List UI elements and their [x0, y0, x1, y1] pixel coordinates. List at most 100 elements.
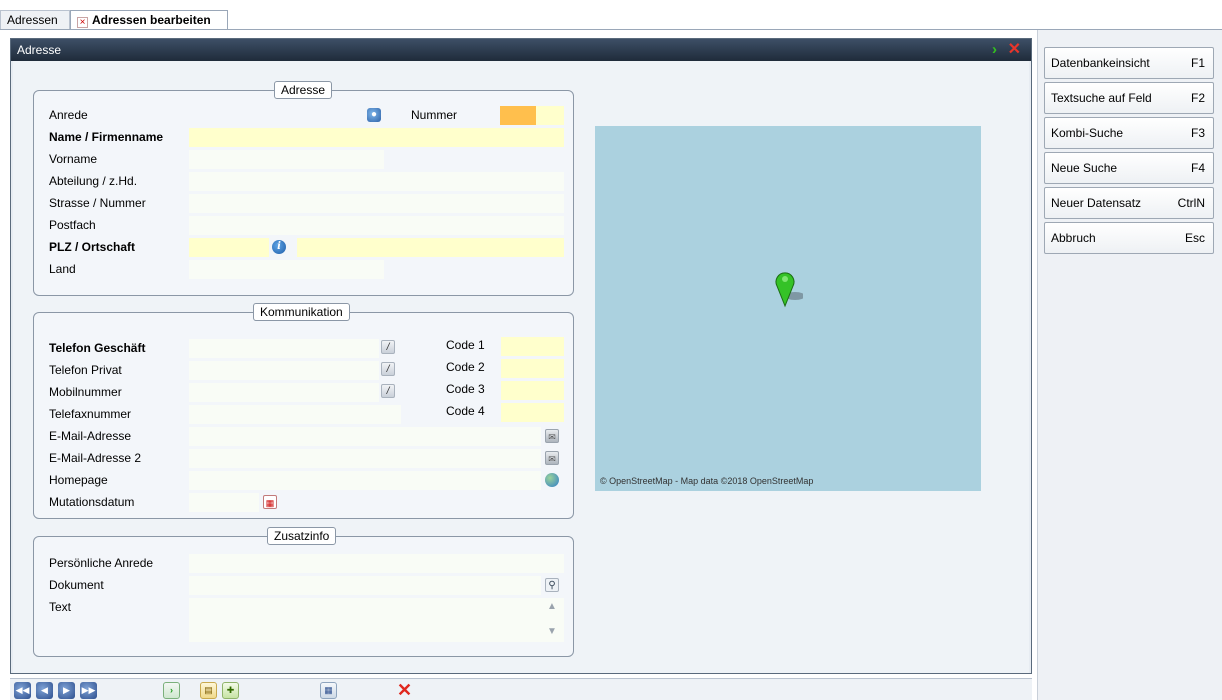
previous-record-icon[interactable]: ◀	[36, 682, 53, 699]
cancel-icon[interactable]: ✕	[396, 681, 413, 699]
document-tabs: Adressen × Adressen bearbeiten	[0, 0, 1222, 30]
strasse-field[interactable]	[189, 194, 564, 213]
abbruch-shortcut: Esc	[1184, 231, 1205, 245]
homepage-field[interactable]	[189, 471, 541, 490]
code2-field[interactable]	[501, 359, 564, 378]
code3-field[interactable]	[501, 381, 564, 400]
label-vorname: Vorname	[49, 152, 98, 166]
abbruch-button[interactable]: Abbruch Esc	[1044, 222, 1214, 254]
first-record-icon[interactable]: ◀◀	[14, 682, 31, 699]
neue-suche-shortcut: F4	[1190, 161, 1205, 175]
ortschaft-field[interactable]	[297, 238, 564, 257]
window-content: Adresse Anrede ● Nummer Name / Firmennam…	[13, 61, 1029, 673]
label-code2: Code 2	[446, 360, 485, 374]
label-mutation: Mutationsdatum	[49, 495, 135, 509]
anrede-lookup-icon[interactable]: ●	[367, 108, 381, 122]
label-postfach: Postfach	[49, 218, 96, 232]
location-pin-icon	[775, 272, 803, 308]
go-icon[interactable]: ›	[163, 682, 180, 699]
label-telefon-geschaeft: Telefon Geschäft	[49, 341, 146, 355]
window-titlebar: Adresse › ✕	[11, 39, 1031, 61]
email2-send-icon[interactable]: ✉	[545, 451, 559, 465]
last-record-icon[interactable]: ▶▶	[80, 682, 97, 699]
textsuche-button[interactable]: Textsuche auf Feld F2	[1044, 82, 1214, 114]
grid-icon[interactable]: ▦	[320, 682, 337, 699]
label-strasse: Strasse / Nummer	[49, 196, 146, 210]
email-field[interactable]	[189, 427, 541, 446]
tab-close-icon[interactable]: ×	[77, 17, 88, 28]
label-homepage: Homepage	[49, 473, 108, 487]
textsuche-shortcut: F2	[1190, 91, 1205, 105]
label-code3: Code 3	[446, 382, 485, 396]
neue-suche-button[interactable]: Neue Suche F4	[1044, 152, 1214, 184]
datenbankeinsicht-shortcut: F1	[1190, 56, 1205, 70]
label-land: Land	[49, 262, 76, 276]
dokument-search-icon[interactable]: ⚲	[545, 578, 559, 592]
text-scroll-down-icon[interactable]: ▼	[547, 626, 557, 637]
text-scroll-up-icon[interactable]: ▲	[547, 601, 557, 612]
tab-adressen-label: Adressen	[7, 13, 58, 27]
label-nummer: Nummer	[411, 108, 458, 122]
window-go-icon[interactable]: ›	[992, 39, 997, 61]
window-title: Adresse	[17, 43, 62, 57]
mobil-field[interactable]	[189, 383, 379, 402]
text-area[interactable]	[189, 598, 564, 642]
tab-adressen-bearbeiten[interactable]: × Adressen bearbeiten	[70, 10, 228, 30]
new-document-icon[interactable]: ✚	[222, 682, 239, 699]
name-field[interactable]	[189, 128, 564, 147]
label-telefon-privat: Telefon Privat	[49, 363, 122, 377]
email-send-icon[interactable]: ✉	[545, 429, 559, 443]
abteilung-field[interactable]	[189, 172, 564, 191]
label-plz: PLZ / Ortschaft	[49, 240, 136, 254]
side-panel: Datenbankeinsicht F1 Textsuche auf Feld …	[1037, 30, 1222, 700]
document-icon[interactable]: ▤	[200, 682, 217, 699]
map-view[interactable]: © OpenStreetMap - Map data ©2018 OpenStr…	[595, 126, 981, 491]
tab-adressen-bearbeiten-label: Adressen bearbeiten	[92, 13, 211, 27]
fax-field[interactable]	[189, 405, 401, 424]
homepage-globe-icon[interactable]	[545, 473, 559, 487]
label-name: Name / Firmenname	[49, 130, 164, 144]
telefon-geschaeft-field[interactable]	[189, 339, 379, 358]
code1-field[interactable]	[501, 337, 564, 356]
postfach-field[interactable]	[189, 216, 564, 235]
datenbankeinsicht-button[interactable]: Datenbankeinsicht F1	[1044, 47, 1214, 79]
telefon-privat-dial-icon[interactable]: /	[381, 362, 395, 376]
plz-field[interactable]	[189, 238, 269, 257]
telefon-geschaeft-dial-icon[interactable]: /	[381, 340, 395, 354]
tab-adressen[interactable]: Adressen	[0, 10, 70, 30]
plz-info-icon[interactable]: i	[272, 240, 286, 254]
vorname-field[interactable]	[189, 150, 384, 169]
email2-field[interactable]	[189, 449, 541, 468]
next-record-icon[interactable]: ▶	[58, 682, 75, 699]
mutation-calendar-icon[interactable]: ▦	[263, 495, 277, 509]
neuer-datensatz-label: Neuer Datensatz	[1051, 196, 1142, 210]
code4-field[interactable]	[501, 403, 564, 422]
telefon-privat-field[interactable]	[189, 361, 379, 380]
label-code1: Code 1	[446, 338, 485, 352]
label-abteilung: Abteilung / z.Hd.	[49, 174, 138, 188]
dokument-field[interactable]	[189, 576, 541, 595]
group-zusatzinfo-legend: Zusatzinfo	[267, 527, 337, 545]
bottom-toolbar: ◀◀ ◀ ▶ ▶▶ › ▤ ✚ ▦ ✕	[10, 678, 1032, 700]
mutation-field[interactable]	[189, 493, 259, 512]
label-mobil: Mobilnummer	[49, 385, 122, 399]
neuer-datensatz-button[interactable]: Neuer Datensatz CtrlN	[1044, 187, 1214, 219]
label-email: E-Mail-Adresse	[49, 429, 132, 443]
label-dokument: Dokument	[49, 578, 104, 592]
map-attribution: © OpenStreetMap - Map data ©2018 OpenStr…	[600, 476, 814, 486]
label-text: Text	[49, 600, 72, 614]
window-close-icon[interactable]: ✕	[1008, 39, 1021, 61]
textsuche-label: Textsuche auf Feld	[1051, 91, 1152, 105]
nummer-field-ext[interactable]	[536, 106, 564, 125]
land-field[interactable]	[189, 260, 384, 279]
group-adresse-legend: Adresse	[274, 81, 333, 99]
datenbankeinsicht-label: Datenbankeinsicht	[1051, 56, 1150, 70]
label-persoenliche-anrede: Persönliche Anrede	[49, 556, 154, 570]
mobil-dial-icon[interactable]: /	[381, 384, 395, 398]
abbruch-label: Abbruch	[1051, 231, 1096, 245]
label-code4: Code 4	[446, 404, 485, 418]
persoenliche-anrede-field[interactable]	[189, 554, 564, 573]
kombi-suche-button[interactable]: Kombi-Suche F3	[1044, 117, 1214, 149]
nummer-field[interactable]	[500, 106, 536, 125]
address-window: Adresse › ✕ Adresse Anrede ● Nummer Name…	[10, 38, 1032, 674]
